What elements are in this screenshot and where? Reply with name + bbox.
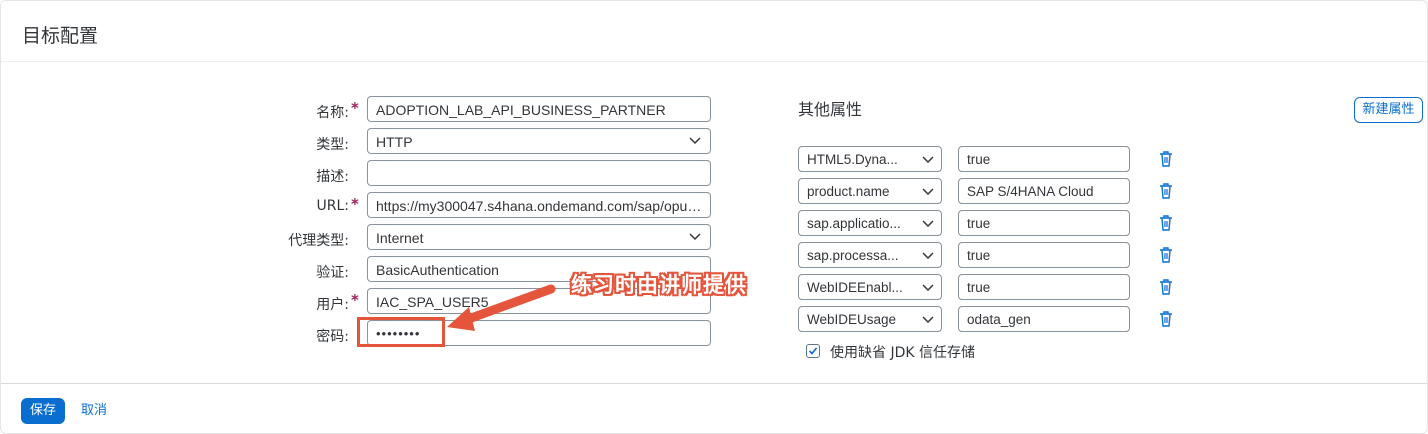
chevron-down-icon[interactable] bbox=[921, 184, 935, 198]
cancel-button[interactable]: 取消 bbox=[81, 398, 107, 424]
property-key-select[interactable]: WebIDEUsage bbox=[798, 306, 942, 332]
chevron-down-icon[interactable] bbox=[921, 152, 935, 166]
name-label: 名称: bbox=[316, 105, 349, 121]
property-key-select[interactable]: product.name bbox=[798, 178, 942, 204]
property-value-input[interactable]: true bbox=[958, 274, 1130, 300]
url-label: URL: bbox=[316, 198, 350, 214]
user-label: 用户: bbox=[316, 297, 349, 313]
property-row: sap.processa... true bbox=[798, 242, 1178, 268]
password-highlight-box bbox=[357, 317, 445, 347]
callout-text: 练习时由讲师提供 bbox=[571, 273, 747, 297]
chevron-down-icon[interactable] bbox=[921, 216, 935, 230]
chevron-down-icon[interactable] bbox=[921, 280, 935, 294]
save-button[interactable]: 保存 bbox=[21, 398, 65, 424]
required-mark: * bbox=[351, 99, 359, 117]
required-mark: * bbox=[351, 195, 359, 213]
property-value-input[interactable]: SAP S/4HANA Cloud bbox=[958, 178, 1130, 204]
property-value-input[interactable]: odata_gen bbox=[958, 306, 1130, 332]
auth-label: 验证: bbox=[316, 265, 349, 281]
type-value: HTTP bbox=[376, 134, 413, 150]
delete-icon[interactable] bbox=[1158, 150, 1174, 168]
jdk-truststore-label: 使用缺省 JDK 信任存储 bbox=[830, 345, 975, 361]
form-row-proxy: 代理类型: Internet bbox=[241, 224, 713, 252]
form-row-name: 名称: * ADOPTION_LAB_API_BUSINESS_PARTNER bbox=[241, 96, 713, 124]
form-row-type: 类型: HTTP bbox=[241, 128, 713, 156]
delete-icon[interactable] bbox=[1158, 310, 1174, 328]
property-value-input[interactable]: true bbox=[958, 210, 1130, 236]
properties-title: 其他属性 bbox=[798, 100, 863, 119]
property-row: sap.applicatio... true bbox=[798, 210, 1178, 236]
property-key: product.name bbox=[807, 184, 890, 199]
page-title: 目标配置 bbox=[22, 25, 99, 47]
chevron-down-icon[interactable] bbox=[921, 248, 935, 262]
delete-icon[interactable] bbox=[1158, 214, 1174, 232]
checkmark-icon bbox=[808, 347, 818, 355]
chevron-down-icon[interactable] bbox=[688, 133, 702, 147]
jdk-truststore-checkbox[interactable] bbox=[806, 344, 820, 358]
property-key-select[interactable]: WebIDEEnabl... bbox=[798, 274, 942, 300]
url-input[interactable]: https://my300047.s4hana.ondemand.com/sap… bbox=[367, 192, 711, 218]
proxy-type-label: 代理类型: bbox=[288, 233, 349, 249]
name-input[interactable]: ADOPTION_LAB_API_BUSINESS_PARTNER bbox=[367, 96, 711, 122]
chevron-down-icon[interactable] bbox=[688, 229, 702, 243]
delete-icon[interactable] bbox=[1158, 182, 1174, 200]
auth-value: BasicAuthentication bbox=[376, 262, 499, 278]
proxy-type-value: Internet bbox=[376, 230, 424, 246]
type-select[interactable]: HTTP bbox=[367, 128, 711, 154]
property-row: WebIDEEnabl... true bbox=[798, 274, 1178, 300]
delete-icon[interactable] bbox=[1158, 278, 1174, 296]
property-key: sap.applicatio... bbox=[807, 216, 901, 231]
property-key: sap.processa... bbox=[807, 248, 899, 263]
property-key-select[interactable]: sap.processa... bbox=[798, 242, 942, 268]
delete-icon[interactable] bbox=[1158, 246, 1174, 264]
dialog: 目标配置 名称: * ADOPTION_LAB_API_BUSINESS_PAR… bbox=[0, 0, 1428, 434]
form-row-url: URL: * https://my300047.s4hana.ondemand.… bbox=[241, 192, 713, 220]
property-value-input[interactable]: true bbox=[958, 146, 1130, 172]
property-key: HTML5.Dyna... bbox=[807, 152, 898, 167]
property-row: HTML5.Dyna... true bbox=[798, 146, 1178, 172]
type-label: 类型: bbox=[316, 137, 349, 153]
proxy-type-select[interactable]: Internet bbox=[367, 224, 711, 250]
password-label: 密码: bbox=[316, 329, 349, 345]
property-value-input[interactable]: true bbox=[958, 242, 1130, 268]
required-mark: * bbox=[351, 291, 359, 309]
property-key: WebIDEUsage bbox=[807, 312, 897, 327]
form-row-description: 描述: bbox=[241, 160, 713, 188]
property-row: product.name SAP S/4HANA Cloud bbox=[798, 178, 1178, 204]
description-input[interactable] bbox=[367, 160, 711, 186]
callout-arrow-icon bbox=[447, 284, 556, 331]
property-key: WebIDEEnabl... bbox=[807, 280, 903, 295]
description-label: 描述: bbox=[316, 169, 349, 185]
chevron-down-icon[interactable] bbox=[921, 312, 935, 326]
header-divider bbox=[1, 61, 1427, 62]
footer-divider bbox=[1, 383, 1427, 384]
property-row: WebIDEUsage odata_gen bbox=[798, 306, 1178, 332]
property-key-select[interactable]: sap.applicatio... bbox=[798, 210, 942, 236]
property-key-select[interactable]: HTML5.Dyna... bbox=[798, 146, 942, 172]
new-property-button[interactable]: 新建属性 bbox=[1354, 97, 1423, 123]
